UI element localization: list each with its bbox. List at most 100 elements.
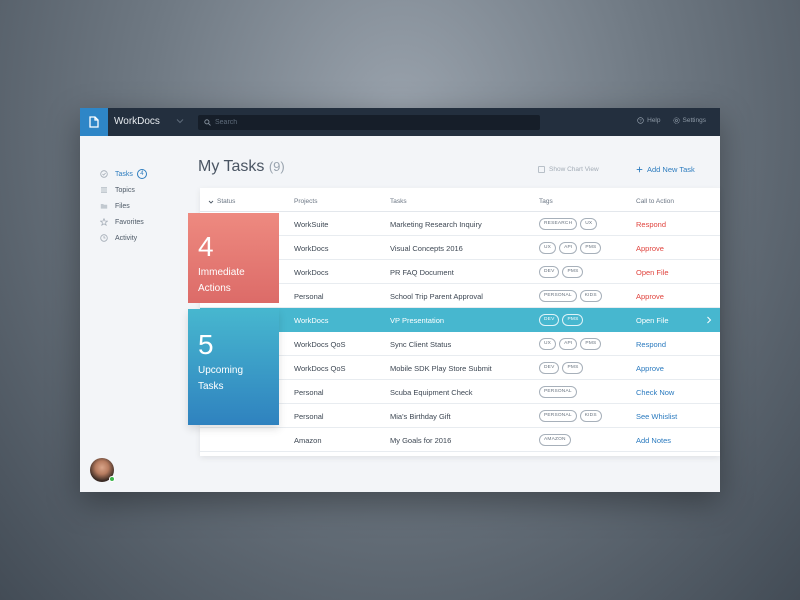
- call-to-action-link[interactable]: Check Now: [636, 388, 674, 397]
- call-to-action-link[interactable]: Approve: [636, 292, 664, 301]
- online-status-indicator: [109, 476, 115, 482]
- upcoming-tasks-card[interactable]: 5 Upcoming Tasks: [188, 309, 279, 425]
- table-header: Status Projects Tasks Tags Call to Actio…: [200, 188, 720, 212]
- immediate-actions-card[interactable]: 4 Immediate Actions: [188, 213, 279, 303]
- search-icon: [204, 119, 211, 126]
- call-to-action-link[interactable]: Respond: [636, 340, 666, 349]
- tags-cell: DEV PMS: [539, 266, 584, 278]
- tag-pill[interactable]: PMS: [580, 242, 602, 254]
- tag-pill[interactable]: KIDS: [579, 410, 602, 422]
- task-cell[interactable]: Mobile SDK Play Store Submit: [390, 364, 492, 373]
- tag-pill[interactable]: DEV: [539, 266, 560, 278]
- sidebar-item-label: Topics: [115, 186, 135, 194]
- status-column-header[interactable]: Status: [208, 198, 235, 205]
- tags-cell: AMAZON: [539, 434, 571, 446]
- add-new-task-label: Add New Task: [647, 165, 695, 174]
- tags-column-header[interactable]: Tags: [539, 198, 553, 205]
- tag-pill[interactable]: UX: [580, 218, 598, 230]
- search-input[interactable]: [215, 119, 515, 126]
- tag-pill[interactable]: RESEARCH: [539, 218, 578, 230]
- tag-pill[interactable]: UX: [539, 242, 557, 254]
- tag-pill[interactable]: API: [559, 338, 578, 350]
- tags-cell: PERSONAL KIDS: [539, 290, 602, 302]
- call-to-action-link[interactable]: Open File: [636, 316, 669, 325]
- svg-text:?: ?: [639, 118, 642, 123]
- call-to-action-link[interactable]: Add Notes: [636, 436, 671, 445]
- sidebar-item-tasks[interactable]: Tasks 4: [100, 166, 147, 182]
- help-button[interactable]: ? Help: [637, 117, 661, 124]
- clock-icon: [100, 234, 108, 242]
- project-cell: WorkDocs QoS: [294, 364, 346, 373]
- project-cell: Personal: [294, 388, 324, 397]
- status-header-label: Status: [217, 198, 236, 205]
- search-bar[interactable]: [198, 115, 540, 130]
- project-cell: Personal: [294, 412, 324, 421]
- tag-pill[interactable]: PERSONAL: [539, 410, 577, 422]
- show-chart-view-toggle[interactable]: Show Chart View: [538, 166, 599, 173]
- top-bar: WorkDocs ? Help: [80, 108, 720, 136]
- sidebar-item-label: Files: [115, 202, 130, 210]
- tags-cell: UX API PMS: [539, 338, 602, 350]
- tag-pill[interactable]: API: [559, 242, 578, 254]
- tags-cell: DEV PMS: [539, 362, 584, 374]
- add-new-task-button[interactable]: Add New Task: [636, 165, 695, 174]
- gear-icon: [672, 117, 680, 124]
- tasks-column-header[interactable]: Tasks: [390, 198, 407, 205]
- chevron-down-icon[interactable]: [176, 117, 184, 125]
- settings-button[interactable]: Settings: [672, 117, 707, 124]
- sidebar-item-topics[interactable]: Topics: [100, 182, 147, 198]
- tag-pill[interactable]: DEV: [539, 314, 560, 326]
- call-to-action-link[interactable]: Respond: [636, 220, 666, 229]
- project-cell: Personal: [294, 292, 324, 301]
- sidebar-nav: Tasks 4 Topics Files Favorites Activity: [100, 166, 147, 246]
- task-cell[interactable]: Scuba Equipment Check: [390, 388, 473, 397]
- sidebar-item-activity[interactable]: Activity: [100, 230, 147, 246]
- tag-pill[interactable]: PMS: [562, 314, 584, 326]
- task-cell[interactable]: Sync Client Status: [390, 340, 451, 349]
- document-icon: [89, 116, 99, 128]
- call-to-action-link[interactable]: Approve: [636, 244, 664, 253]
- tag-pill[interactable]: DEV: [539, 362, 560, 374]
- task-cell[interactable]: VP Presentation: [390, 316, 444, 325]
- tags-cell: PERSONAL: [539, 386, 577, 398]
- chevron-right-icon[interactable]: [706, 316, 712, 324]
- projects-column-header[interactable]: Projects: [294, 198, 317, 205]
- tags-cell: UX API PMS: [539, 242, 602, 254]
- tasks-count-badge: 4: [136, 169, 147, 179]
- tag-pill[interactable]: PERSONAL: [539, 386, 577, 398]
- tag-pill[interactable]: PMS: [580, 338, 602, 350]
- task-cell[interactable]: PR FAQ Document: [390, 268, 454, 277]
- cta-column-header[interactable]: Call to Action: [636, 198, 674, 205]
- task-cell[interactable]: Mia's Birthday Gift: [390, 412, 451, 421]
- settings-label: Settings: [682, 117, 707, 124]
- immediate-actions-label-2: Actions: [198, 283, 231, 294]
- folder-icon: [100, 202, 108, 210]
- sidebar-item-favorites[interactable]: Favorites: [100, 214, 147, 230]
- call-to-action-link[interactable]: Open File: [636, 268, 669, 277]
- tag-pill[interactable]: KIDS: [579, 290, 602, 302]
- workdocs-logo[interactable]: [80, 108, 108, 136]
- tags-cell: RESEARCH UX: [539, 218, 598, 230]
- call-to-action-link[interactable]: Approve: [636, 364, 664, 373]
- plus-icon: [636, 166, 643, 173]
- tag-pill[interactable]: UX: [539, 338, 557, 350]
- app-name[interactable]: WorkDocs: [114, 116, 160, 127]
- sidebar-item-files[interactable]: Files: [100, 198, 147, 214]
- task-cell[interactable]: My Goals for 2016: [390, 436, 451, 445]
- call-to-action-link[interactable]: See Whislist: [636, 412, 677, 421]
- tag-pill[interactable]: PMS: [562, 266, 584, 278]
- tag-pill[interactable]: PERSONAL: [539, 290, 577, 302]
- sidebar-item-label: Activity: [115, 234, 138, 242]
- help-icon: ?: [637, 117, 644, 124]
- task-cell[interactable]: School Trip Parent Approval: [390, 292, 483, 301]
- task-cell[interactable]: Visual Concepts 2016: [390, 244, 463, 253]
- tag-pill[interactable]: AMAZON: [539, 434, 571, 446]
- task-cell[interactable]: Marketing Research Inquiry: [390, 220, 482, 229]
- star-icon: [100, 218, 108, 226]
- table-row[interactable]: Amazon My Goals for 2016 AMAZON Add Notes: [200, 428, 720, 452]
- immediate-actions-count: 4: [198, 231, 214, 262]
- page-title-text: My Tasks: [198, 158, 265, 175]
- checkbox-icon[interactable]: [538, 166, 545, 173]
- tag-pill[interactable]: PMS: [562, 362, 584, 374]
- sidebar-item-label: Tasks: [115, 170, 133, 178]
